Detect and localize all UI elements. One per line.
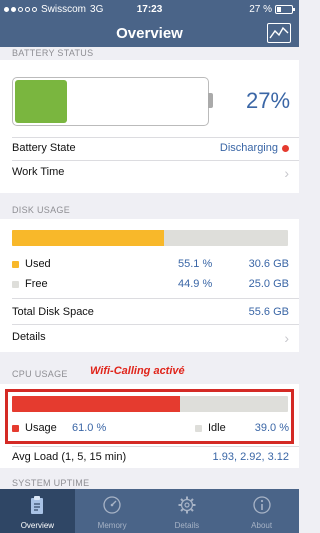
disk-used-fill bbox=[12, 230, 165, 246]
battery-level: 27% bbox=[246, 88, 291, 113]
free-percent: 44.9 % bbox=[178, 278, 213, 290]
chevron-right-icon: › bbox=[284, 330, 289, 346]
free-legend-swatch bbox=[12, 280, 19, 288]
battery-percent-status: 27 % bbox=[249, 4, 272, 15]
used-size: 30.6 GB bbox=[248, 258, 289, 270]
battery-state-label: Battery State bbox=[12, 142, 76, 154]
total-disk-value: 55.6 GB bbox=[248, 306, 289, 318]
wifi-calling-annotation: Wifi-Calling activé bbox=[90, 365, 185, 377]
chevron-right-icon: › bbox=[284, 165, 289, 181]
disk-usage-header: DISK USAGE bbox=[12, 205, 71, 215]
info-icon bbox=[252, 496, 271, 514]
cpu-usage-header: CPU USAGE bbox=[12, 369, 68, 379]
used-label: Used bbox=[25, 258, 51, 270]
total-disk-row: Total Disk Space 55.6 GB bbox=[12, 306, 289, 318]
disk-free-row: Free 44.9 % 25.0 GB bbox=[12, 278, 289, 290]
battery-gauge-fill bbox=[15, 80, 68, 123]
avg-load-value: 1.93, 2.92, 3.12 bbox=[212, 451, 289, 463]
disk-details-row[interactable]: Details › bbox=[12, 330, 289, 346]
battery-state-row: Battery State Discharging bbox=[12, 142, 289, 154]
tab-memory[interactable]: Memory bbox=[75, 489, 150, 533]
used-percent: 55.1 % bbox=[178, 258, 213, 270]
gauge-icon bbox=[103, 496, 121, 514]
tab-label: Details bbox=[174, 521, 200, 530]
avg-load-row: Avg Load (1, 5, 15 min) 1.93, 2.92, 3.12 bbox=[12, 451, 289, 463]
battery-gauge-nub bbox=[208, 93, 213, 108]
system-uptime-header: SYSTEM UPTIME bbox=[12, 478, 90, 488]
disk-used-row: Used 55.1 % 30.6 GB bbox=[12, 258, 289, 270]
line-chart-icon bbox=[269, 26, 289, 39]
work-time-label: Work Time bbox=[12, 166, 65, 178]
tab-label: Memory bbox=[97, 521, 127, 530]
tab-about[interactable]: About bbox=[224, 489, 299, 533]
status-bar: Swisscom 3G 17:23 27 % bbox=[0, 0, 299, 20]
tab-details[interactable]: Details bbox=[150, 489, 225, 533]
gear-icon bbox=[178, 496, 196, 514]
tab-bar: Overview Memory Details About bbox=[0, 489, 299, 533]
chart-button[interactable] bbox=[267, 23, 291, 43]
free-size: 25.0 GB bbox=[248, 278, 289, 290]
battery-gauge bbox=[12, 77, 209, 126]
disk-usage-bar bbox=[12, 230, 288, 246]
free-label: Free bbox=[25, 278, 48, 290]
battery-icon bbox=[275, 5, 295, 14]
tab-label: Overview bbox=[20, 521, 55, 530]
navigation-bar: Overview bbox=[0, 20, 299, 47]
clipboard-icon bbox=[31, 496, 44, 514]
work-time-row[interactable]: Work Time › bbox=[12, 165, 289, 181]
used-legend-swatch bbox=[12, 260, 19, 268]
page-title: Overview bbox=[116, 25, 183, 42]
tab-label: About bbox=[251, 521, 273, 530]
discharging-dot-icon bbox=[282, 144, 289, 152]
avg-load-label: Avg Load (1, 5, 15 min) bbox=[12, 451, 127, 463]
details-label: Details bbox=[12, 331, 46, 343]
highlight-box bbox=[5, 389, 294, 444]
battery-status-header: BATTERY STATUS bbox=[12, 48, 94, 58]
tab-overview[interactable]: Overview bbox=[0, 489, 75, 533]
battery-state-value: Discharging bbox=[219, 142, 278, 154]
total-disk-label: Total Disk Space bbox=[12, 306, 94, 318]
